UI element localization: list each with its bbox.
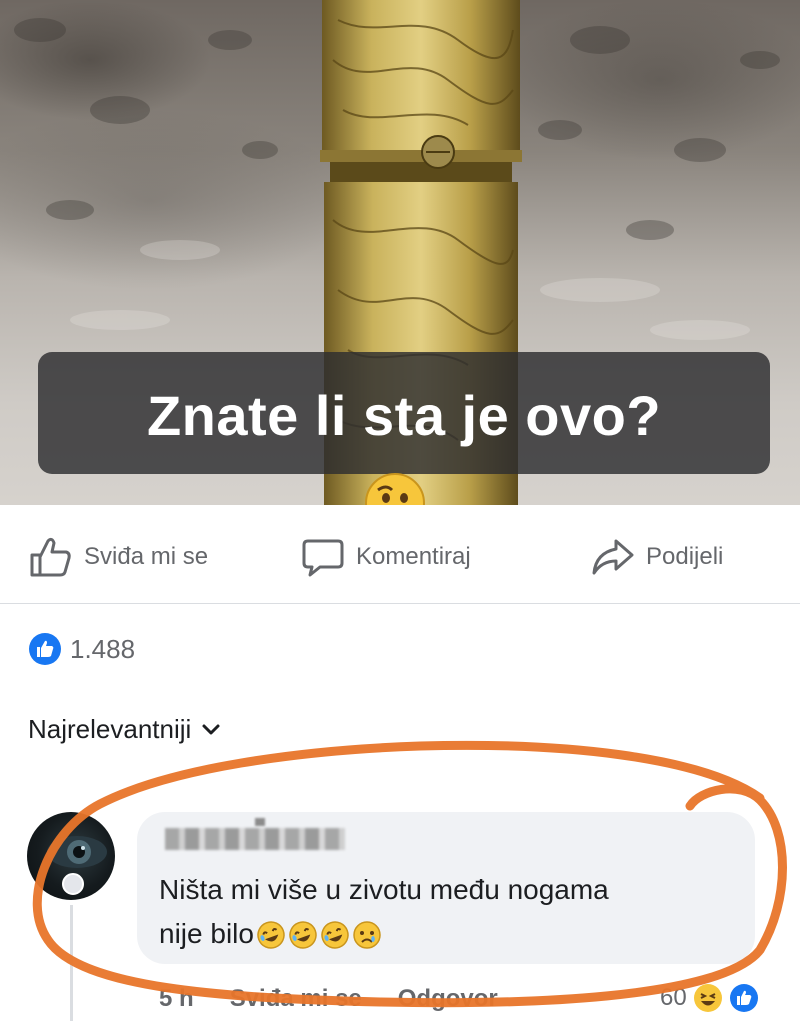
post-photo[interactable]: Znate li sta je ovo? [0,0,800,505]
comment-reply-link[interactable]: Odgovor [398,985,498,1013]
post-caption-overlay: Znate li sta je ovo? [38,352,770,474]
sort-label: Najrelevantniji [28,714,192,744]
comment-like-link[interactable]: Sviđa mi se [230,985,362,1013]
haha-reaction-icon [693,984,722,1012]
chevron-down-icon [202,724,220,734]
sad-face-emoji [353,921,381,949]
comment-reactions[interactable]: 60 [660,983,759,1013]
comment-author-name-blurred[interactable] [165,828,345,850]
like-reaction-icon [29,633,61,665]
comment-meta: 5 h Sviđa mi se Odgovor [159,985,498,1013]
comment-text: Ništa mi više u zivotu među nogama nije … [159,868,739,956]
comment-reaction-count: 60 [660,984,687,1011]
comment-button-label: Komentiraj [356,543,471,570]
author-name-blur-accent [255,818,265,826]
share-arrow-icon [592,539,634,575]
post-action-bar: Sviđa mi se Komentiraj Podijeli [0,505,800,604]
reaction-count: 1.488 [70,633,136,664]
share-button[interactable]: Podijeli [590,535,723,579]
post-caption: Znate li sta je ovo? [146,383,662,447]
comment-text-line2: nije bilo [159,918,254,949]
thinking-face-emoji [365,473,425,505]
speech-bubble-icon [302,539,344,577]
reaction-summary[interactable]: 1.488 [28,632,135,666]
reply-thread-line [70,905,73,1021]
rolling-laughing-emoji [257,921,285,949]
comment-text-line1: Ništa mi više u zivotu među nogama [159,874,609,905]
thumbs-up-icon [30,537,71,577]
avatar-status-badge [62,873,84,895]
rolling-laughing-emoji [321,921,349,949]
comment-button[interactable]: Komentiraj [300,535,471,579]
share-button-label: Podijeli [646,543,724,570]
like-button-label: Sviđa mi se [84,543,209,570]
rolling-laughing-emoji [289,921,317,949]
like-button[interactable]: Sviđa mi se [28,535,208,579]
comment-time: 5 h [159,985,194,1012]
like-reaction-icon [729,984,758,1012]
comment-sort-dropdown[interactable]: Najrelevantniji [28,714,221,745]
